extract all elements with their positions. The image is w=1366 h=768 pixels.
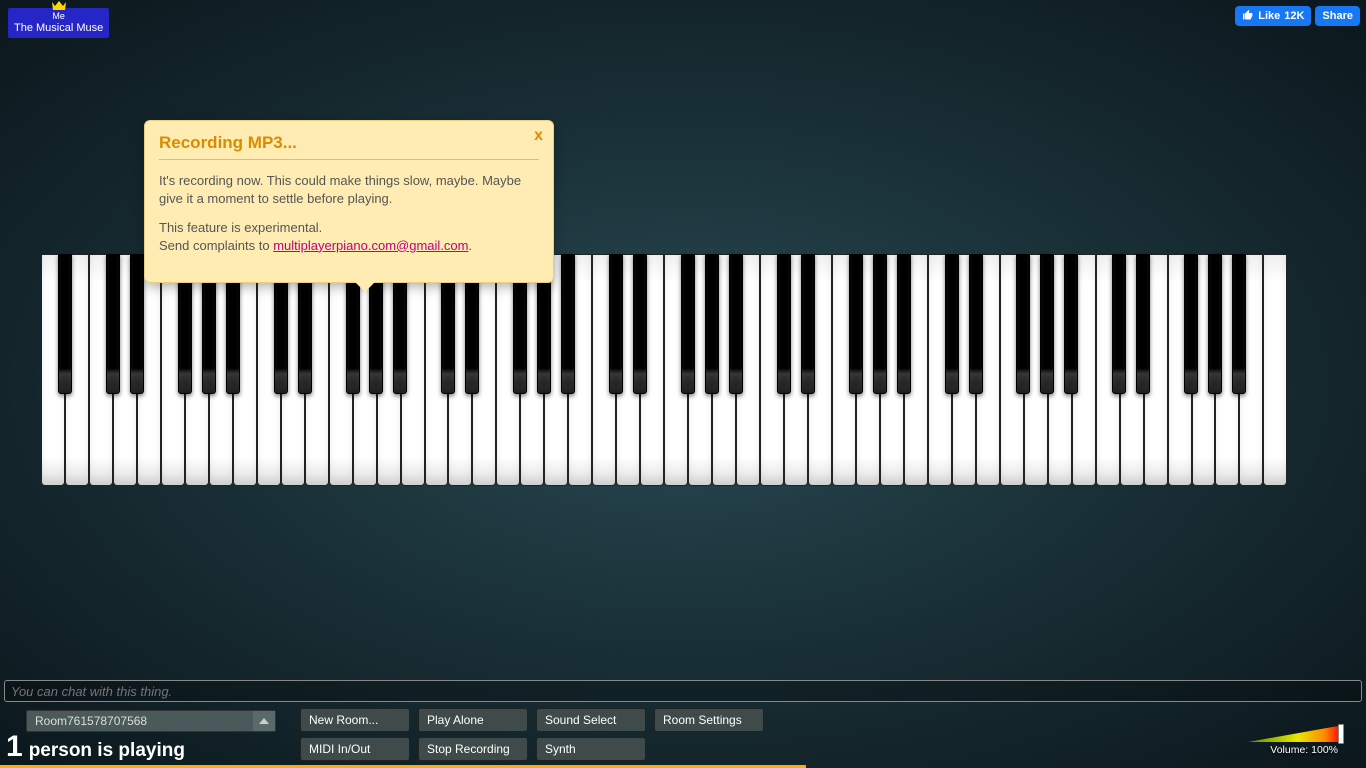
synth-button[interactable]: Synth	[536, 737, 646, 761]
black-key[interactable]	[1040, 254, 1054, 394]
room-settings-button[interactable]: Room Settings	[654, 708, 764, 732]
black-key[interactable]	[897, 254, 911, 394]
black-key[interactable]	[705, 254, 719, 394]
black-key[interactable]	[729, 254, 743, 394]
player-count-status: 1 person is playing	[6, 732, 185, 762]
black-key[interactable]	[130, 254, 144, 394]
chevron-up-icon	[253, 711, 275, 731]
player-count: 1	[6, 732, 23, 762]
user-badge[interactable]: Me The Musical Muse	[8, 8, 109, 38]
close-icon[interactable]: x	[534, 127, 543, 145]
room-name: Room761578707568	[35, 714, 147, 728]
black-key[interactable]	[1232, 254, 1246, 394]
black-key[interactable]	[969, 254, 983, 394]
stop-recording-button[interactable]: Stop Recording	[418, 737, 528, 761]
notification-arrow	[355, 282, 375, 292]
player-count-label: person is playing	[29, 740, 185, 762]
fb-like-label: Like	[1258, 10, 1280, 22]
black-key[interactable]	[106, 254, 120, 394]
black-key[interactable]	[681, 254, 695, 394]
new-room-button[interactable]: New Room...	[300, 708, 410, 732]
midi-inout-button[interactable]: MIDI In/Out	[300, 737, 410, 761]
black-key[interactable]	[58, 254, 72, 394]
sound-select-button[interactable]: Sound Select	[536, 708, 646, 732]
black-key[interactable]	[561, 254, 575, 394]
black-key[interactable]	[1184, 254, 1198, 394]
user-name: The Musical Muse	[14, 22, 103, 35]
notification-body-1: It's recording now. This could make thin…	[159, 172, 539, 207]
white-key[interactable]	[1263, 254, 1287, 486]
play-alone-button[interactable]: Play Alone	[418, 708, 528, 732]
black-key[interactable]	[1016, 254, 1030, 394]
black-key[interactable]	[777, 254, 791, 394]
notification-title: Recording MP3...	[159, 133, 539, 153]
crown-icon	[51, 0, 67, 11]
black-key[interactable]	[1208, 254, 1222, 394]
fb-like-button[interactable]: Like 12K	[1235, 6, 1311, 26]
black-key[interactable]	[1112, 254, 1126, 394]
volume-control[interactable]: Volume: 100%	[1248, 726, 1338, 756]
recording-notification: x Recording MP3... It's recording now. T…	[144, 120, 554, 283]
volume-knob[interactable]	[1338, 724, 1344, 744]
black-key[interactable]	[873, 254, 887, 394]
volume-label: Volume: 100%	[1248, 744, 1338, 756]
room-selector[interactable]: Room761578707568	[26, 710, 276, 732]
black-key[interactable]	[633, 254, 647, 394]
chat-input[interactable]	[4, 680, 1362, 702]
piano-keyboard[interactable]	[41, 254, 1287, 486]
black-key[interactable]	[945, 254, 959, 394]
fb-share-button[interactable]: Share	[1315, 6, 1360, 26]
black-key[interactable]	[609, 254, 623, 394]
social-buttons: Like 12K Share	[1235, 6, 1360, 26]
volume-slider[interactable]	[1248, 726, 1338, 742]
black-key[interactable]	[849, 254, 863, 394]
thumbs-up-icon	[1242, 9, 1254, 24]
black-key[interactable]	[1064, 254, 1078, 394]
black-key[interactable]	[1136, 254, 1150, 394]
complaint-email-link[interactable]: multiplayerpiano.com@gmail.com	[273, 238, 468, 253]
notification-body-2: This feature is experimental. Send compl…	[159, 219, 539, 254]
black-key[interactable]	[801, 254, 815, 394]
fb-like-count: 12K	[1284, 10, 1304, 22]
me-label: Me	[14, 11, 103, 22]
fb-share-label: Share	[1322, 10, 1353, 22]
volume-gradient	[1248, 726, 1338, 742]
control-buttons: New Room... Play Alone Sound Select Room…	[300, 708, 764, 761]
